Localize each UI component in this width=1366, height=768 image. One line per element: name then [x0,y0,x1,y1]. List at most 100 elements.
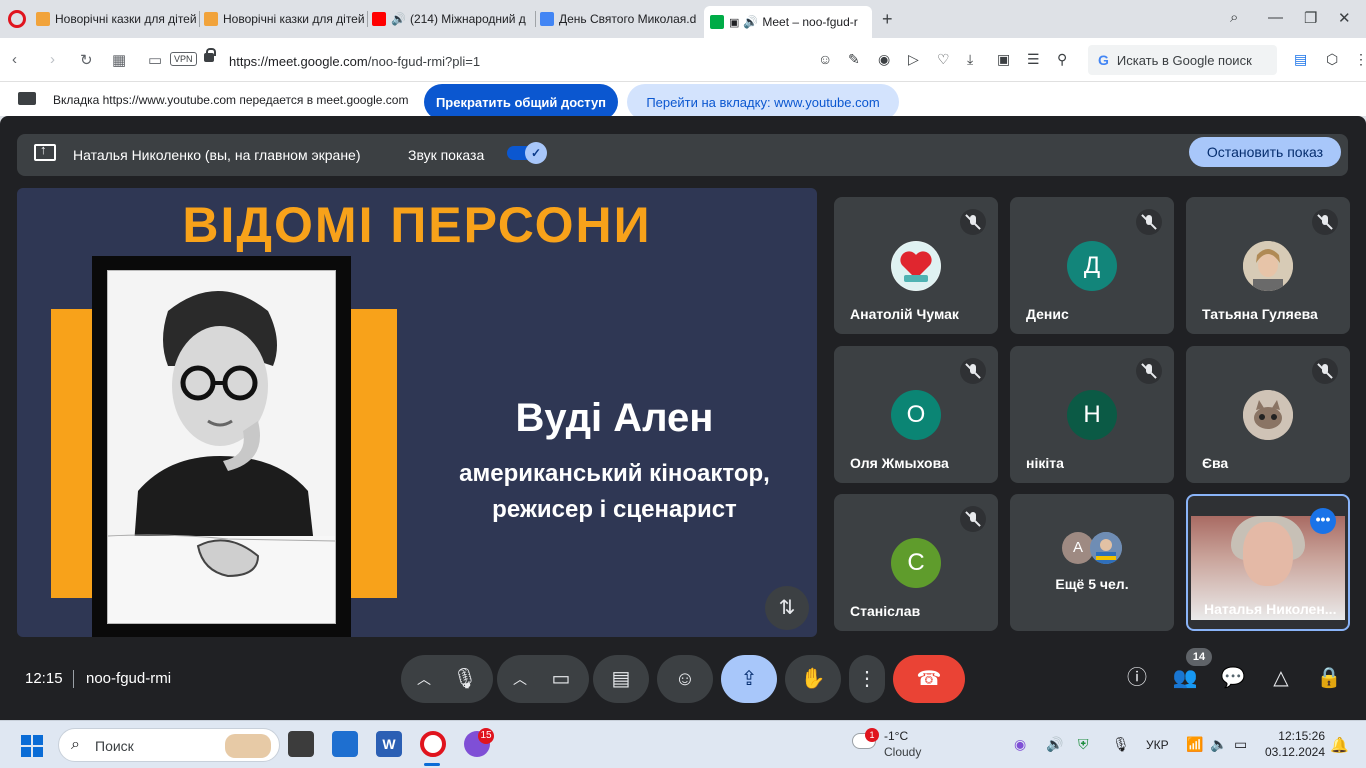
tab-meet-active[interactable]: ▣ 🔊 Meet – noo-fgud-r [704,6,872,38]
people-icon[interactable]: 👥 [1172,665,1198,691]
tab-favicon-icon [36,12,50,26]
more-options-button[interactable]: ⋮ [849,655,885,703]
task-view-icon[interactable] [288,731,314,757]
easy-setup-icon[interactable]: ☰ [1027,51,1040,68]
avatar-photo [1243,390,1293,440]
tab-label: Новорічні казки для дітей [55,12,196,26]
stop-sharing-button[interactable]: Прекратить общий доступ [424,84,618,120]
profile-icon[interactable]: ⚲ [1057,51,1067,68]
tab-2[interactable]: Новорічні казки для дітей [204,6,364,32]
host-controls-icon[interactable]: 🔒 [1316,665,1342,691]
avatar [1090,532,1122,564]
system-time[interactable]: 12:15:26 [1265,729,1325,743]
emoji-icon[interactable]: ☺ [818,51,832,67]
search-label: Поиск [95,738,134,754]
word-icon[interactable]: W [376,731,402,757]
temperature[interactable]: -1°C [884,729,908,743]
camera-icon[interactable]: ▭ [148,51,162,69]
speed-dial-icon[interactable]: ▦ [112,51,126,69]
close-window-button[interactable]: ✕ [1338,9,1351,27]
language-indicator[interactable]: УКР [1146,738,1169,752]
vpn-badge[interactable]: VPN [170,52,197,66]
mic-off-icon [960,358,986,384]
windows-taskbar: ⌕ Поиск W 15 1 -1°C Cloudy ◉ 🔊 ⛨ 🎙 УКР 📶… [0,720,1366,768]
swap-layout-button[interactable]: ⇅ [765,586,809,630]
participant-tile[interactable]: Анатолій Чумак [834,197,998,334]
tab-3[interactable]: 🔊 (214) Міжнародний д [372,6,532,32]
volume-tray-icon[interactable]: 🔊 [1046,736,1063,753]
mic-off-icon [1136,358,1162,384]
participant-tile[interactable]: Татьяна Гуляева [1186,197,1350,334]
raise-hand-button[interactable]: ✋ [785,655,841,703]
minimize-button[interactable]: — [1268,9,1283,26]
participant-tile[interactable]: Н нікіта [1010,346,1174,483]
google-search-box[interactable]: G Искать в Google поиск [1088,45,1277,75]
mic-off-icon [1312,209,1338,235]
search-icon: ⌕ [71,736,80,753]
activities-icon[interactable]: △ [1268,665,1294,691]
microphone-tray-icon[interactable]: 🎙 [1112,736,1130,753]
self-video-tile[interactable]: ••• Наталья Николен... [1186,494,1350,631]
weather-condition[interactable]: Cloudy [884,745,921,759]
more-options-icon[interactable]: ••• [1310,508,1336,534]
opera-taskbar-icon[interactable] [420,731,446,757]
chat-icon[interactable]: 💬 [1220,665,1246,691]
back-button[interactable]: ‹ [12,51,17,68]
participant-tile[interactable]: О Оля Жмыхова [834,346,998,483]
security-tray-icon[interactable]: ⛨ [1078,736,1089,753]
avatar-photo [1090,532,1122,564]
present-button[interactable]: ⇪ [721,655,777,703]
store-icon[interactable] [332,731,358,757]
weather-badge: 1 [865,728,879,742]
wifi-icon[interactable]: 📶 [1186,736,1203,753]
end-call-button[interactable]: ☎ [893,655,965,703]
maximize-button[interactable]: ❐ [1304,9,1317,27]
notifications-bell-icon[interactable]: 🔔 [1330,736,1349,754]
extensions-icon[interactable]: ⬡ [1326,51,1338,68]
sidebar-toggle-icon[interactable]: ▤ [1294,51,1307,68]
heart-icon[interactable]: ♡ [937,51,950,68]
url-field[interactable]: https://meet.google.com/noo-fgud-rmi?pli… [229,54,480,69]
new-tab-button[interactable]: + [882,9,893,30]
more-participants-tile[interactable]: А Ещё 5 чел. [1010,494,1174,631]
battery-icon[interactable]: ▭ [1234,736,1247,753]
url-path: /noo-fgud-rmi?pli=1 [367,54,481,69]
play-icon[interactable]: ▷ [908,51,919,68]
tab-search-icon[interactable]: ⌕ [1230,9,1238,26]
check-icon: ✓ [525,142,547,164]
tab-1[interactable]: Новорічні казки для дітей [36,6,196,32]
mic-off-icon [1136,209,1162,235]
speaker-icon[interactable]: 🔈 [1210,736,1227,753]
camera-button[interactable]: ▭ [533,655,589,703]
edit-icon[interactable]: ✎ [848,51,860,68]
reactions-button[interactable]: ☺ [657,655,713,703]
menu-kebab-icon[interactable]: ⋮ [1354,51,1366,68]
mic-off-icon [1312,358,1338,384]
participant-name: Наталья Николен... [1204,601,1337,617]
captions-button[interactable]: ▤ [593,655,649,703]
meet-call-area: Наталья Николенко (вы, на главном экране… [0,116,1366,720]
browser-tab-bar: Новорічні казки для дітей Новорічні казк… [0,0,1366,38]
tab-favicon-icon [204,12,218,26]
reload-button[interactable]: ↻ [80,51,93,69]
system-date[interactable]: 03.12.2024 [1255,745,1325,759]
participant-tile[interactable]: Єва [1186,346,1350,483]
start-button[interactable] [21,735,43,757]
participant-tile[interactable]: Д Денис [1010,197,1174,334]
lock-icon[interactable] [204,48,216,62]
microphone-button[interactable]: 🎙 [437,655,493,703]
share-audio-toggle[interactable]: ✓ [507,142,547,164]
participant-tile[interactable]: С Станіслав [834,494,998,631]
info-icon[interactable]: ⓘ [1124,665,1150,691]
forward-button[interactable]: › [50,51,55,68]
goto-tab-button[interactable]: Перейти на вкладку: www.youtube.com [627,84,899,120]
snapshot-icon[interactable]: ◉ [878,51,890,68]
taskbar-search[interactable]: ⌕ Поиск [58,728,280,762]
download-icon[interactable]: ⤓ [967,51,973,68]
media-icon[interactable]: ▣ [997,51,1010,68]
viber-tray-icon[interactable]: ◉ [1014,736,1026,753]
stop-presenting-button[interactable]: Остановить показ [1189,137,1341,167]
avatar-photo [1243,241,1293,291]
tab-4[interactable]: День Святого Миколая.d [540,6,700,32]
opera-menu-icon[interactable] [8,10,26,28]
